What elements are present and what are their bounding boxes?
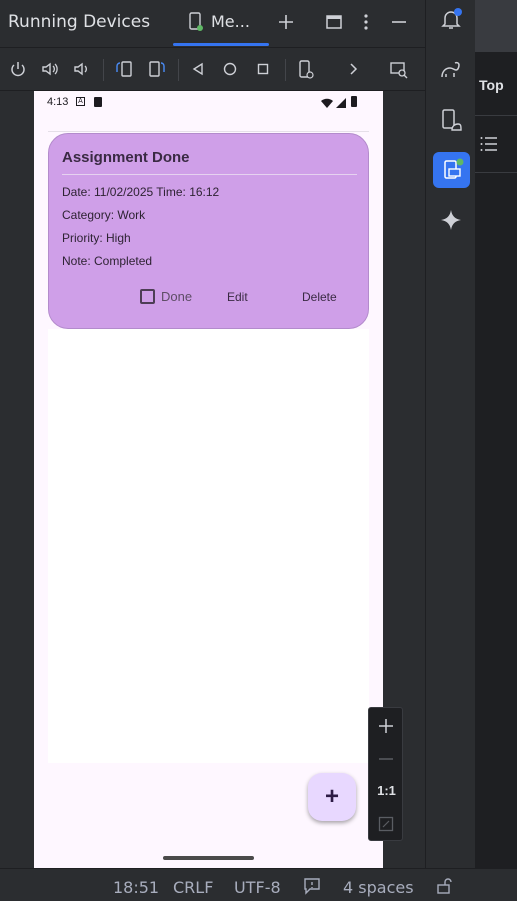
line-separator[interactable]: CRLF xyxy=(173,878,213,897)
phone-status-time: 4:13 xyxy=(47,96,69,108)
edit-button[interactable]: Edit xyxy=(227,290,248,304)
side-panel-divider xyxy=(475,172,517,173)
gemini-sparkle-icon[interactable] xyxy=(438,207,464,233)
caret-position[interactable]: 18:51 xyxy=(113,878,159,897)
side-panel-divider xyxy=(475,115,517,116)
wifi-icon xyxy=(321,96,333,114)
volume-down-icon[interactable] xyxy=(71,59,91,79)
overview-icon[interactable] xyxy=(253,59,273,79)
back-icon[interactable] xyxy=(188,59,208,79)
done-label[interactable]: Done xyxy=(161,289,192,304)
tab-device[interactable]: Me... xyxy=(173,0,269,46)
phone-screen: 4:13 A Assignment Done Date: 11/02/2025 … xyxy=(34,91,383,868)
toolbar-separator xyxy=(103,59,104,81)
zoom-actual-size[interactable]: 1:1 xyxy=(369,783,404,798)
side-panel-top-label[interactable]: Top xyxy=(479,77,504,93)
comment-icon[interactable] xyxy=(302,876,322,896)
running-devices-panel: Running Devices Me... 4:13 A Assignment … xyxy=(0,0,425,868)
ide-status-bar: 18:51 CRLF UTF-8 4 spaces xyxy=(0,868,517,901)
tab-label: Me... xyxy=(211,12,250,31)
app-bar-divider xyxy=(48,131,369,132)
task-priority: Priority: High xyxy=(62,231,131,245)
file-encoding[interactable]: UTF-8 xyxy=(234,878,281,897)
list-icon[interactable] xyxy=(478,133,500,155)
battery-icon xyxy=(351,96,357,107)
zoom-in-icon[interactable] xyxy=(376,716,396,736)
sd-card-icon xyxy=(94,97,102,107)
notifications-icon[interactable] xyxy=(438,6,464,32)
signal-icon xyxy=(336,96,346,114)
power-icon[interactable] xyxy=(8,59,28,79)
indent-setting[interactable]: 4 spaces xyxy=(343,878,414,897)
add-icon[interactable] xyxy=(275,11,297,33)
tab-underline xyxy=(173,43,269,46)
toolbar-separator xyxy=(285,59,286,81)
device-settings-icon[interactable] xyxy=(295,59,317,81)
notification-a-icon: A xyxy=(76,97,85,106)
toolbar-separator xyxy=(178,59,179,81)
screen-search-icon[interactable] xyxy=(388,59,410,81)
add-task-fab[interactable]: + xyxy=(308,773,356,821)
zoom-fit-icon[interactable] xyxy=(376,814,396,834)
device-manager-icon[interactable] xyxy=(438,107,464,133)
more-icon[interactable] xyxy=(356,11,376,33)
gradle-icon[interactable] xyxy=(438,57,464,83)
zoom-out-icon[interactable] xyxy=(376,749,396,769)
task-category: Category: Work xyxy=(62,208,146,222)
task-date-time: Date: 11/02/2025 Time: 16:12 xyxy=(62,185,220,199)
rotate-right-icon[interactable] xyxy=(146,59,168,79)
chevron-right-icon[interactable] xyxy=(343,59,363,79)
task-title: Assignment Done xyxy=(62,149,190,166)
lock-icon[interactable] xyxy=(434,876,454,896)
task-note: Note: Completed xyxy=(62,254,153,268)
running-devices-icon[interactable] xyxy=(433,152,470,188)
list-area xyxy=(48,329,369,763)
device-toolbar xyxy=(0,47,425,91)
done-checkbox[interactable] xyxy=(140,289,155,304)
side-panel xyxy=(475,0,517,868)
card-divider xyxy=(62,174,357,175)
minimize-icon[interactable] xyxy=(388,11,410,33)
delete-button[interactable]: Delete xyxy=(302,290,337,304)
device-tab-icon xyxy=(187,12,205,32)
volume-up-icon[interactable] xyxy=(40,59,60,79)
panel-title: Running Devices xyxy=(8,12,151,32)
maximize-icon[interactable] xyxy=(323,11,345,33)
task-card[interactable]: Assignment Done Date: 11/02/2025 Time: 1… xyxy=(48,133,369,329)
gesture-home-bar[interactable] xyxy=(163,856,254,860)
tool-window-bar xyxy=(425,0,475,868)
zoom-controls: 1:1 xyxy=(368,707,403,841)
rotate-left-icon[interactable] xyxy=(113,59,135,79)
home-icon[interactable] xyxy=(220,59,240,79)
title-bar: Running Devices Me... xyxy=(0,0,425,46)
side-panel-header xyxy=(475,0,517,52)
